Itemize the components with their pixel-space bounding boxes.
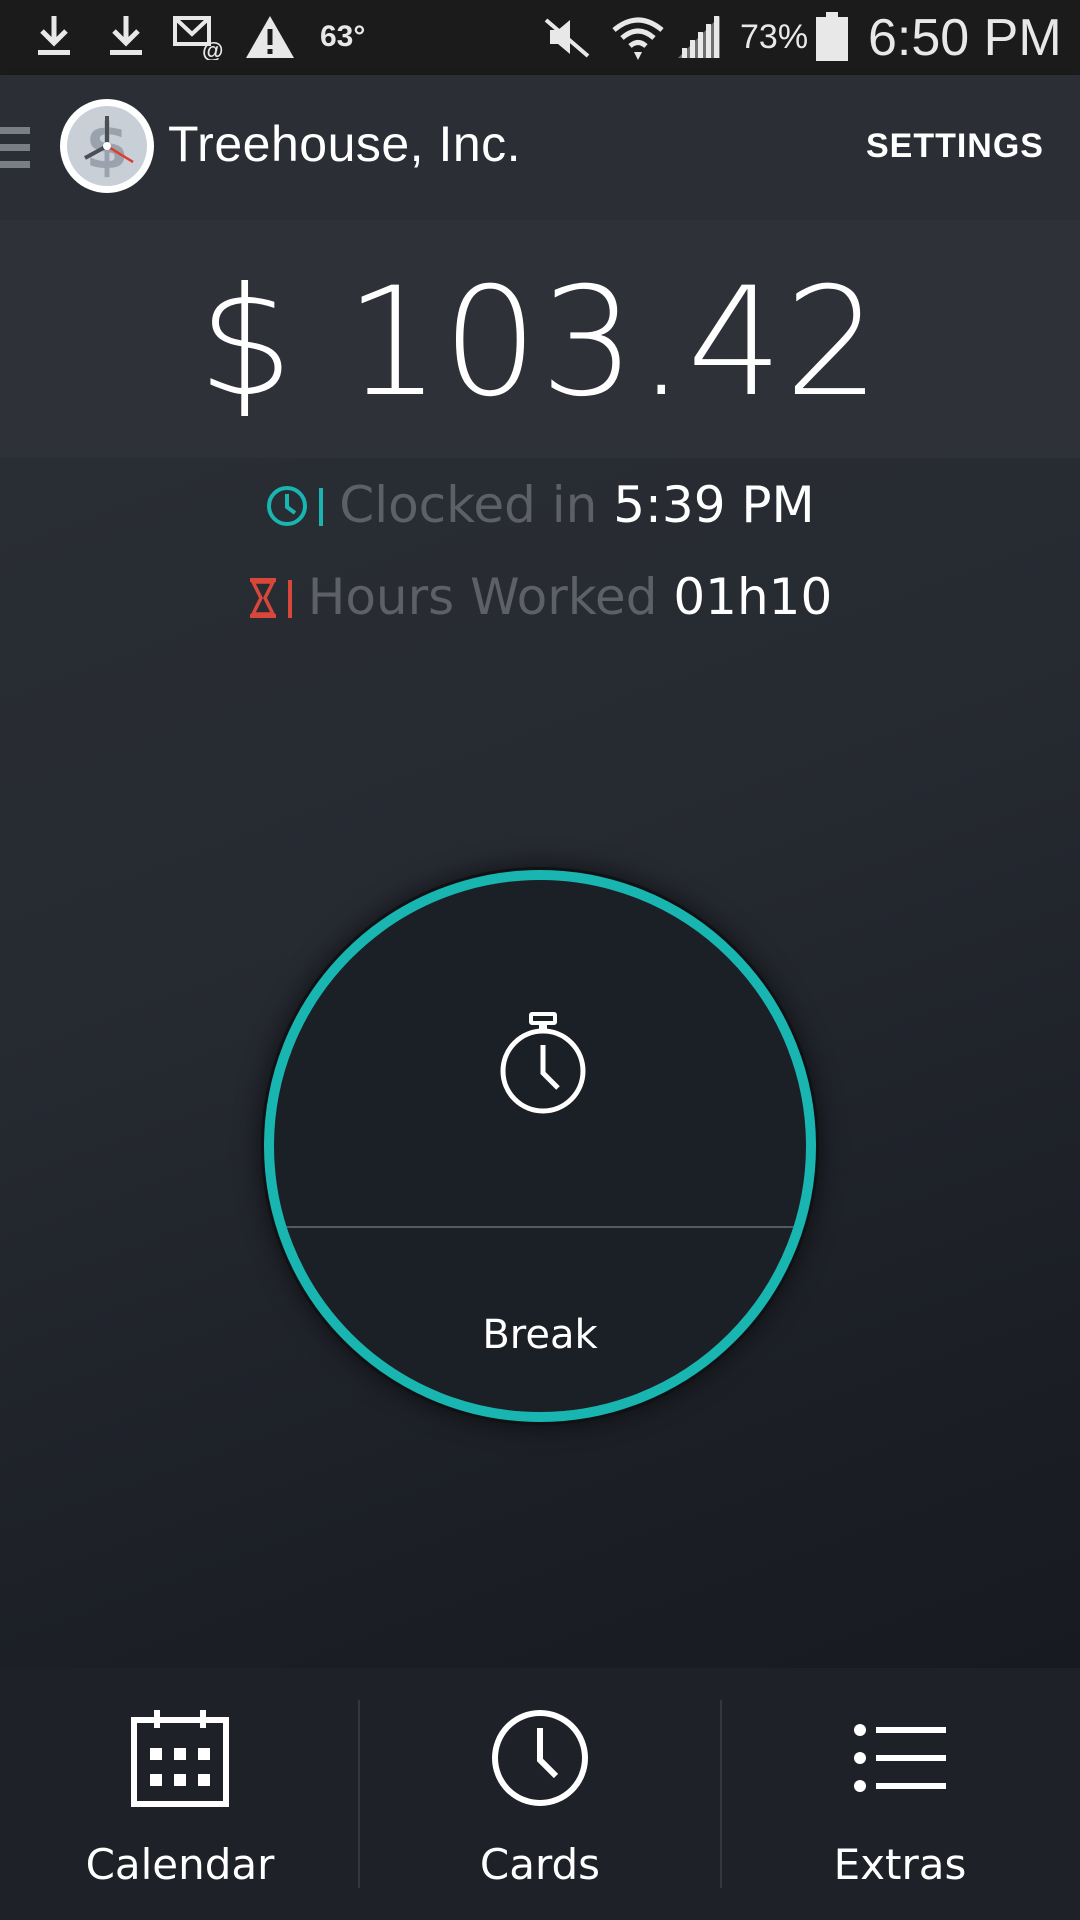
earnings-amount: $ 103.42 (198, 256, 882, 430)
app-screen: @ 63° 73% 6:50 PM $ (0, 0, 1080, 1920)
mail-icon: @ (172, 14, 226, 64)
signal-icon (676, 14, 724, 64)
clocked-in-divider (319, 488, 324, 526)
app-bar: $ Treehouse, Inc. SETTINGS (0, 75, 1080, 220)
nav-extras[interactable]: Extras (720, 1668, 1080, 1920)
menu-icon[interactable] (0, 127, 30, 171)
bottom-navigation: Calendar Cards Extras (0, 1668, 1080, 1920)
app-logo-icon[interactable]: $ (60, 99, 154, 193)
mute-icon (544, 14, 592, 64)
hours-worked-divider (287, 580, 292, 618)
warning-icon (244, 14, 296, 64)
battery-icon (816, 12, 848, 66)
clocked-in-label: Clocked in (339, 476, 598, 534)
temperature-text: 63° (320, 20, 366, 53)
hours-worked-value: 01h10 (673, 568, 833, 626)
hours-worked-row: Hours Worked 01h10 (0, 568, 1080, 632)
list-icon (850, 1708, 950, 1812)
nav-calendar-label: Calendar (85, 1840, 275, 1889)
status-bar: @ 63° 73% 6:50 PM (0, 0, 1080, 75)
hourglass-icon (248, 574, 278, 632)
nav-cards[interactable]: Cards (360, 1668, 720, 1920)
download-icon (36, 14, 72, 62)
calendar-icon (130, 1708, 230, 1812)
battery-percent-text: 73% (740, 18, 809, 56)
button-divider (274, 1226, 806, 1228)
download-icon (108, 14, 144, 62)
nav-calendar[interactable]: Calendar (0, 1668, 360, 1920)
svg-text:@: @ (202, 38, 223, 60)
nav-extras-label: Extras (833, 1840, 967, 1889)
nav-cards-label: Cards (479, 1840, 601, 1889)
clock-icon (265, 482, 309, 540)
clock-out-button[interactable]: Break (264, 870, 816, 1422)
status-time-text: 6:50 PM (868, 9, 1062, 67)
hours-worked-label: Hours Worked (307, 568, 658, 626)
stopwatch-icon (498, 1012, 588, 1120)
settings-button[interactable]: SETTINGS (866, 127, 1044, 166)
app-title: Treehouse, Inc. (168, 116, 522, 172)
clocked-in-row: Clocked in 5:39 PM (0, 476, 1080, 540)
wifi-icon (610, 14, 666, 68)
earnings-panel: $ 103.42 (0, 220, 1080, 458)
clocked-in-time: 5:39 PM (613, 476, 815, 534)
break-button[interactable]: Break (274, 1312, 806, 1358)
clock-icon (490, 1708, 590, 1812)
